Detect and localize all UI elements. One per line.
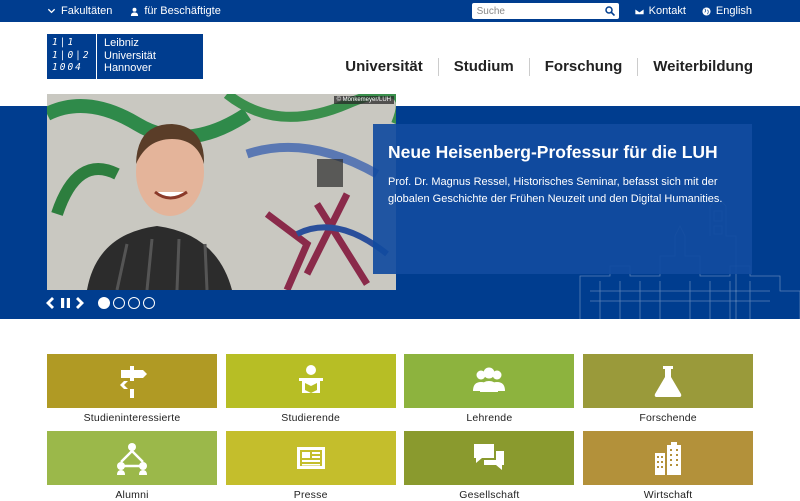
slide-dot[interactable] — [113, 297, 125, 309]
tile-label[interactable]: Alumni — [47, 489, 217, 501]
logo-mark-line: 1|1 — [52, 37, 76, 48]
logo-name-line: Leibniz — [104, 37, 139, 49]
logo-mark-line: 1004 — [52, 62, 83, 73]
tile-studieninteressierte[interactable] — [47, 354, 217, 408]
buildings-icon — [655, 442, 682, 475]
tile-wirtschaft[interactable] — [583, 431, 754, 485]
nav-item-universitaet[interactable]: Universität — [330, 58, 438, 76]
logo-name-line: Universität — [104, 49, 156, 62]
tile-label[interactable]: Gesellschaft — [404, 489, 574, 501]
user-icon — [131, 7, 139, 16]
tile-label[interactable]: Wirtschaft — [583, 489, 753, 501]
chevron-right-icon — [76, 297, 84, 309]
language-link[interactable]: English — [702, 5, 752, 17]
photo-copyright: © Mönkemeyer/LUH — [333, 96, 394, 104]
search-icon[interactable] — [604, 6, 615, 16]
student-icon — [298, 365, 323, 393]
logo-name-line: Hannover — [104, 62, 152, 74]
teaser-text: Prof. Dr. Magnus Ressel, Historisches Se… — [388, 176, 723, 205]
chat-icon — [474, 444, 505, 470]
next-slide-button[interactable] — [75, 296, 85, 310]
language-label: English — [715, 5, 752, 17]
chevron-left-icon — [46, 297, 54, 309]
pause-slide-button[interactable] — [60, 296, 70, 310]
pause-icon — [60, 298, 70, 308]
search-box — [471, 3, 619, 19]
flask-icon — [654, 366, 682, 397]
tile-label[interactable]: Presse — [226, 489, 396, 501]
contact-link[interactable]: Kontakt — [634, 5, 686, 17]
tile-label[interactable]: Studierende — [226, 412, 396, 424]
contact-label: Kontakt — [648, 5, 686, 17]
university-logo[interactable]: 1|1 1|0|2 1004 Leibniz Universität Hanno… — [47, 34, 203, 79]
employees-label: für Beschäftigte — [144, 5, 221, 17]
slide-dot[interactable] — [143, 297, 155, 309]
slide-dot[interactable] — [98, 297, 110, 309]
employees-link[interactable]: für Beschäftigte — [130, 5, 221, 17]
globe-icon — [702, 6, 711, 16]
tile-forschende[interactable] — [583, 354, 754, 408]
tile-lehrende[interactable] — [404, 354, 575, 408]
slide-indicators — [98, 297, 155, 309]
teaser-title[interactable]: Neue Heisenberg-Professur für die LUH — [388, 141, 737, 163]
tile-label[interactable]: Forschende — [583, 412, 753, 424]
top-bar: Fakultäten für Beschäftigte Kontakt Engl… — [0, 0, 800, 22]
nav-item-forschung[interactable]: Forschung — [528, 58, 638, 76]
network-icon — [117, 443, 147, 475]
hero-teaser[interactable]: Neue Heisenberg-Professur für die LUH Pr… — [373, 124, 752, 274]
signpost-icon — [120, 366, 147, 398]
tile-alumni[interactable] — [47, 431, 217, 485]
group-icon — [473, 367, 506, 392]
tile-studierende[interactable] — [225, 354, 396, 408]
faculties-label: Fakultäten — [61, 5, 113, 17]
portrait-image — [47, 94, 396, 290]
search-input[interactable] — [471, 3, 597, 19]
slider-controls — [45, 296, 155, 310]
tile-label[interactable]: Studieninteressierte — [47, 412, 217, 424]
faculties-menu[interactable]: Fakultäten — [47, 5, 112, 17]
main-navigation: Universität Studium Forschung Weiterbild… — [330, 58, 753, 76]
envelope-icon — [634, 7, 644, 15]
tile-gesellschaft[interactable] — [404, 431, 575, 485]
nav-item-studium[interactable]: Studium — [437, 58, 529, 76]
tile-presse[interactable] — [225, 431, 396, 485]
hero-photo[interactable]: © Mönkemeyer/LUH — [47, 94, 396, 290]
tile-label[interactable]: Lehrende — [404, 412, 574, 424]
logo-name: Leibniz Universität Hannover — [97, 34, 156, 79]
prev-slide-button[interactable] — [45, 296, 55, 310]
logo-mark-line: 1|0|2 — [52, 49, 91, 61]
slide-dot[interactable] — [128, 297, 140, 309]
logo-mark: 1|1 1|0|2 1004 — [47, 34, 97, 79]
nav-item-weiterbildung[interactable]: Weiterbildung — [637, 58, 753, 76]
chevron-down-icon — [47, 8, 56, 13]
newspaper-icon — [296, 447, 325, 469]
